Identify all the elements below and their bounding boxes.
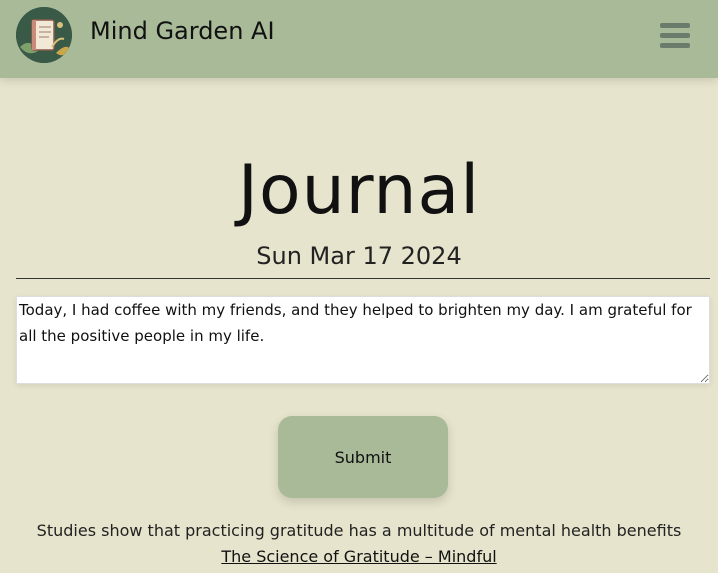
hamburger-menu-icon[interactable] — [658, 20, 692, 52]
menu-bar-line — [660, 33, 690, 38]
journal-date: Sun Mar 17 2024 — [256, 242, 462, 270]
info-link-container: The Science of Gratitude – Mindful — [0, 545, 718, 569]
top-nav-bar: Mind Garden AI — [0, 0, 718, 78]
divider — [16, 278, 710, 279]
app-title: Mind Garden AI — [90, 17, 275, 45]
menu-bar-line — [660, 43, 690, 48]
page-title: Journal — [237, 151, 481, 230]
science-of-gratitude-link[interactable]: The Science of Gratitude – Mindful — [221, 547, 496, 566]
journal-entry-textarea[interactable]: Today, I had coffee with my friends, and… — [16, 296, 710, 384]
submit-button[interactable]: Submit — [278, 416, 448, 498]
gratitude-info-text: Studies show that practicing gratitude h… — [36, 521, 682, 540]
app-logo-icon[interactable] — [16, 7, 72, 63]
menu-bar-line — [660, 23, 690, 28]
